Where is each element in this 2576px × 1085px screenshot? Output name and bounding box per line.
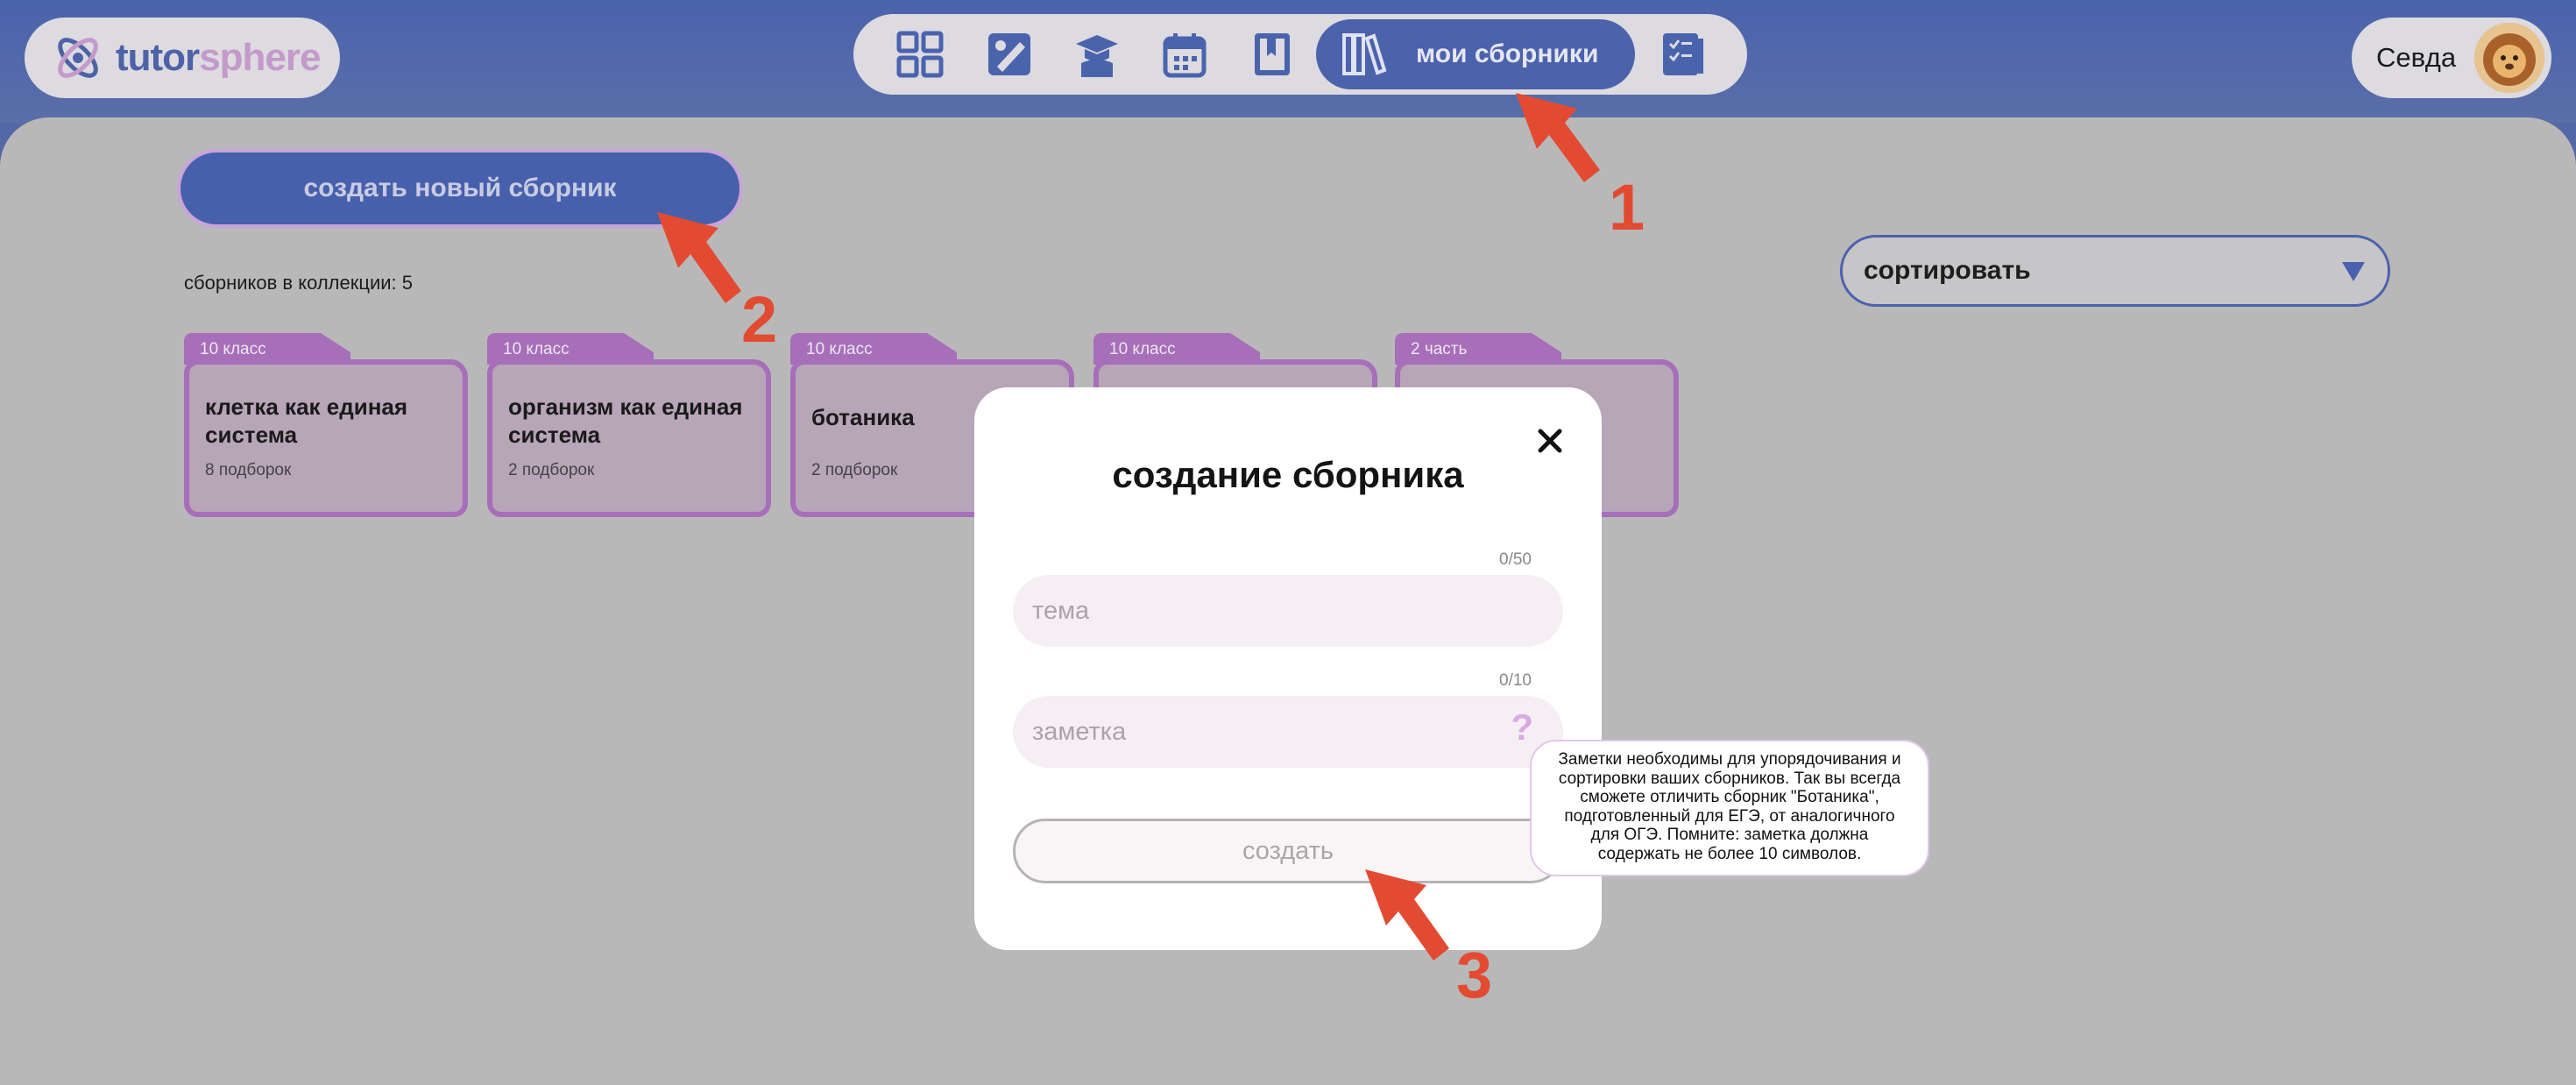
card-tag: 10 класс	[1109, 340, 1176, 358]
user-name: Севда	[2376, 42, 2457, 73]
topic-placeholder: тема	[1032, 597, 1090, 625]
card-tag: 10 класс	[806, 340, 873, 358]
card-tag: 2 часть	[1411, 340, 1468, 358]
collection-card[interactable]: 10 класс организм как единая система 2 п…	[487, 333, 771, 517]
graduate-icon[interactable]	[1072, 30, 1122, 79]
card-subtitle: 2 подборок	[508, 461, 595, 479]
checklist-book-icon[interactable]	[1658, 30, 1707, 79]
topic-input[interactable]: тема	[1013, 575, 1563, 647]
canvas-edit-icon[interactable]	[985, 30, 1034, 79]
card-title: организм как единая система	[508, 394, 743, 448]
card-title: клетка как единая система	[205, 394, 408, 448]
create-collection-modal: создание сборника 0/50 тема 0/10 заметка…	[974, 387, 1602, 950]
annotation-arrow-1	[1516, 93, 1600, 182]
note-help-tooltip: Заметки необходимы для упорядочивания и …	[1530, 740, 1929, 876]
help-icon[interactable]: ?	[1511, 706, 1533, 748]
collection-card[interactable]: 10 класс клетка как единая система 8 под…	[184, 333, 468, 517]
triangle-down-icon	[2342, 262, 2365, 281]
sort-dropdown[interactable]: сортировать	[1840, 235, 2390, 307]
calendar-icon[interactable]	[1160, 30, 1209, 79]
create-button[interactable]: создать	[1013, 819, 1563, 883]
user-menu[interactable]: Севда	[2352, 18, 2551, 98]
annotation-arrow-2	[657, 212, 741, 303]
card-tag: 10 класс	[503, 340, 570, 358]
lion-avatar-icon	[2474, 23, 2544, 93]
nav-my-collections[interactable]: мои сборники	[1316, 19, 1635, 89]
annotation-arrow-3	[1365, 869, 1449, 961]
card-subtitle: 2 подборок	[811, 461, 898, 479]
note-input[interactable]: заметка ?	[1013, 696, 1563, 768]
book-icon[interactable]	[1248, 30, 1297, 79]
card-tag: 10 класс	[200, 340, 266, 358]
tutorsphere-logo[interactable]: tutorsphere	[25, 18, 340, 98]
annotation-number-1: 1	[1609, 171, 1645, 244]
close-icon[interactable]	[1535, 426, 1565, 456]
card-subtitle: 8 подборок	[205, 461, 292, 479]
library-icon	[1342, 33, 1387, 75]
dashboard-grid-icon[interactable]	[895, 30, 945, 79]
main-nav: мои сборники	[853, 14, 1747, 95]
annotation-number-2: 2	[741, 283, 778, 356]
annotation-number-3: 3	[1456, 939, 1493, 1011]
note-placeholder: заметка	[1032, 718, 1127, 746]
note-counter: 0/10	[1499, 671, 1532, 690]
topic-counter: 0/50	[1499, 550, 1532, 569]
logo-atom-icon	[58, 38, 98, 78]
nav-active-label: мои сборники	[1416, 39, 1599, 68]
modal-title: создание сборника	[1112, 454, 1464, 495]
logo-text: tutorsphere	[116, 36, 321, 79]
sort-label: сортировать	[1864, 256, 2031, 285]
collection-count: сборников в коллекции: 5	[184, 272, 414, 294]
